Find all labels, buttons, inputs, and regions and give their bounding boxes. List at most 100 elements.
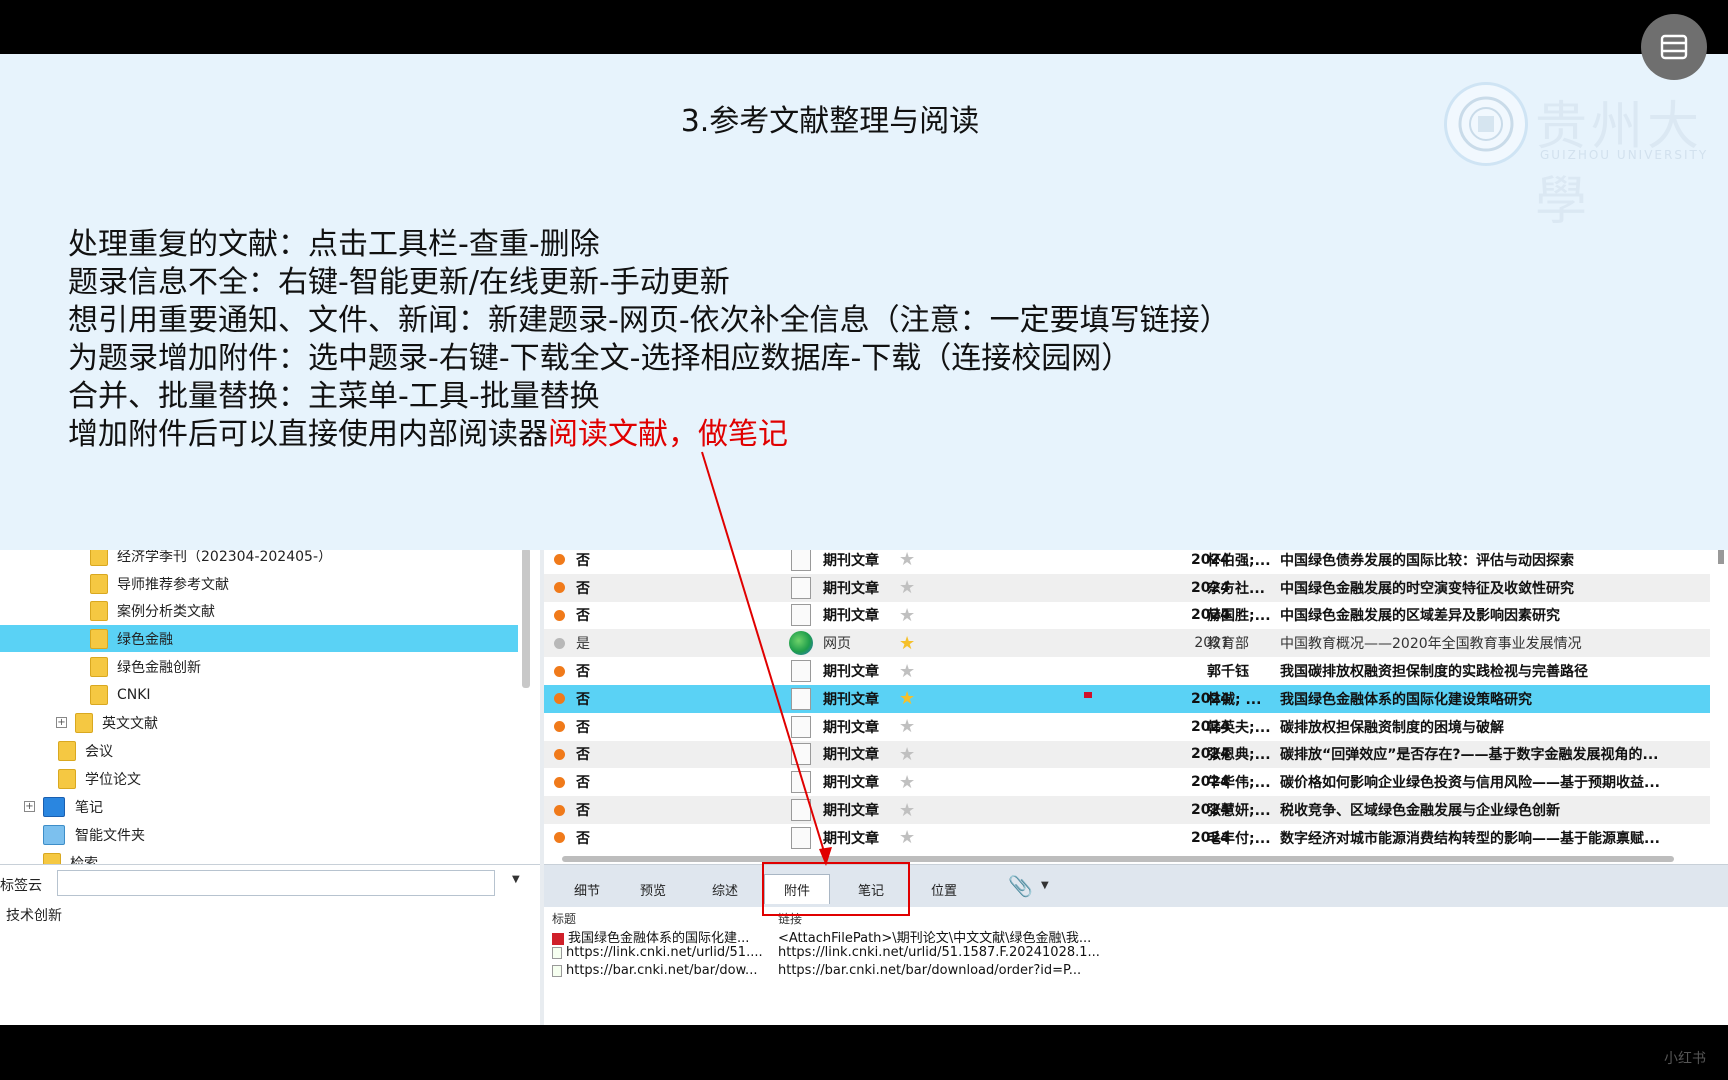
star-icon[interactable]: ★ (899, 772, 915, 793)
table-row[interactable]: 否期刊文章 ★ 2024 韩英夫;... 碳排放权担保融资制度的困境与破解 (544, 713, 1710, 741)
attachment-link[interactable]: <AttachFilePath>\期刊论文\中文文献\绿色金融\我... (778, 927, 1091, 946)
star-icon[interactable]: ★ (899, 744, 915, 765)
table-row[interactable]: 否期刊文章 ★ 2024 杯伯强;... 中国绿色债券发展的国际比较：评估与动因探索 (544, 548, 1710, 574)
tab-details[interactable]: 细节 (554, 874, 620, 904)
attachment-title[interactable]: https://bar.cnki.net/bar/dow... (552, 963, 757, 978)
table-row[interactable]: 否期刊文章 ★ 2024 林诚; ... 我国绿色金融体系的国际化建设策略研究 (544, 685, 1710, 713)
tag-cloud-label: 标签云 (0, 878, 42, 894)
read-flag: 否 (576, 664, 590, 681)
attachment-column-title: 标题 (552, 912, 577, 926)
star-icon[interactable]: ★ (899, 688, 915, 709)
read-flag: 是 (576, 636, 590, 653)
detail-panel: 细节 预览 综述 附件 笔记 位置 📎 ▼ 标题 链接 我国绿色金融体系的国际化… (544, 864, 1728, 1025)
table-row[interactable]: 否期刊文章 ★ 2024 牛华伟;... 碳价格如何影响企业绿色投资与信用风险——基于预… (544, 768, 1710, 796)
vertical-scrollbar[interactable] (1718, 550, 1724, 564)
folder-tree: 经济学季刊（202304-202405-） 导师推荐参考文献 案例分析类文献 绿… (0, 548, 540, 864)
attachment-title[interactable]: 我国绿色金融体系的国际化建... (552, 927, 749, 946)
read-status-dot (554, 609, 565, 621)
read-flag: 否 (576, 691, 590, 708)
star-icon[interactable]: ★ (899, 827, 915, 848)
university-name-english: GUIZHOU UNIVERSITY (1540, 148, 1709, 162)
reference-manager-app: 经济学季刊（202304-202405-） 导师推荐参考文献 案例分析类文献 绿… (0, 548, 1728, 1025)
read-status-dot (554, 748, 565, 760)
tree-item[interactable]: 绿色金融创新 (0, 653, 518, 680)
document-icon (791, 576, 811, 599)
record-type: 期刊文章 (823, 552, 879, 569)
document-icon (791, 826, 811, 849)
expand-plus-icon[interactable]: + (24, 801, 35, 812)
tree-item[interactable]: + 英文文献 (0, 709, 518, 736)
table-row[interactable]: 否期刊文章 ★ 2024 赫国胜;... 中国绿色金融发展的区域差异及影响因素研究 (544, 602, 1710, 630)
table-row[interactable]: 否期刊文章 ★ 2024 张慧妍;... 税收竞争、区域绿色金融发展与企业绿色创新 (544, 796, 1710, 824)
record-title: 中国绿色金融发展的时空演变特征及收敛性研究 (1280, 580, 1574, 597)
table-row[interactable]: 否期刊文章 ★ 2024 东方社... 中国绿色金融发展的时空演变特征及收敛性研究 (544, 573, 1710, 602)
expand-plus-icon[interactable]: + (56, 717, 67, 728)
document-icon (791, 799, 811, 822)
star-icon[interactable]: ★ (899, 633, 915, 654)
chevron-down-icon[interactable]: ▼ (1041, 880, 1049, 891)
record-title: 税收竞争、区域绿色金融发展与企业绿色创新 (1280, 803, 1560, 820)
record-title: 中国绿色债券发展的国际比较：评估与动因探索 (1280, 552, 1574, 569)
tree-item-selected[interactable]: 绿色金融 (0, 625, 518, 652)
record-type: 期刊文章 (823, 775, 879, 792)
slide-line: 处理重复的文献：点击工具栏-查重-删除 (68, 227, 600, 262)
record-type: 期刊文章 (823, 664, 879, 681)
table-row[interactable]: 否期刊文章 ★ 2024 毛丰付;... 数字经济对城市能源消费结构转型的影响——基于能… (544, 824, 1710, 852)
tree-item[interactable]: 经济学季刊（202304-202405-） (0, 548, 518, 569)
read-status-dot (554, 832, 565, 844)
paperclip-icon[interactable]: 📎 (1008, 874, 1033, 898)
chevron-down-icon[interactable]: ▼ (512, 874, 520, 885)
notebook-icon (43, 796, 65, 817)
tree-item[interactable]: CNKI (0, 681, 518, 708)
attachment-link[interactable]: https://link.cnki.net/urlid/51.1587.F.20… (778, 945, 1100, 960)
star-icon[interactable]: ★ (899, 549, 915, 570)
table-row[interactable]: 否期刊文章 ★ 2024 张恩典;... 碳排放“回弹效应”是否存在?——基于数字金融发… (544, 740, 1710, 769)
tree-item[interactable]: 学位论文 (0, 765, 518, 792)
tree-scrollbar[interactable] (522, 548, 530, 688)
folder-icon (58, 768, 76, 789)
table-row[interactable]: 否期刊文章 ★ 郭千钰 我国碳排放权融资担保制度的实践检视与完善路径 (544, 657, 1710, 685)
record-list: 否期刊文章 ★ 2024 杯伯强;... 中国绿色债券发展的国际比较：评估与动因探索否期… (544, 548, 1728, 864)
tree-item[interactable]: 智能文件夹 (0, 821, 518, 848)
record-type: 期刊文章 (823, 691, 879, 708)
slide-line-last: 增加附件后可以直接使用内部阅读器阅读文献，做笔记 (68, 416, 1230, 454)
star-icon[interactable]: ★ (899, 716, 915, 737)
tree-item[interactable]: 案例分析类文献 (0, 597, 518, 624)
record-type: 期刊文章 (823, 803, 879, 820)
table-row[interactable]: 是网页 ★ 2021 教育部 中国教育概况——2020年全国教育事业发展情况 (544, 629, 1710, 658)
read-status-dot (554, 804, 565, 816)
tab-preview[interactable]: 预览 (620, 874, 686, 904)
attachment-link[interactable]: https://bar.cnki.net/bar/download/order?… (778, 963, 1081, 978)
tab-summary[interactable]: 综述 (692, 874, 758, 904)
tree-item[interactable]: 导师推荐参考文献 (0, 570, 518, 597)
record-type: 网页 (823, 636, 851, 653)
watermark: 小红书 (1664, 1051, 1706, 1067)
record-title: 中国绿色金融发展的区域差异及影响因素研究 (1280, 608, 1560, 625)
tree-item[interactable]: + 笔记 (0, 793, 518, 820)
folder-icon (90, 628, 108, 649)
read-flag: 否 (576, 830, 590, 847)
record-title: 数字经济对城市能源消费结构转型的影响——基于能源禀赋... (1280, 830, 1660, 847)
star-icon[interactable]: ★ (899, 605, 915, 626)
folder-icon (90, 656, 108, 677)
slide-line: 题录信息不全：右键-智能更新/在线更新-手动更新 (68, 265, 730, 300)
document-icon (791, 548, 811, 571)
tree-item[interactable]: 检索 (0, 849, 518, 864)
layout-toggle-button[interactable] (1641, 14, 1707, 80)
tab-location[interactable]: 位置 (911, 874, 977, 904)
layout-icon (1660, 34, 1688, 60)
star-icon[interactable]: ★ (899, 800, 915, 821)
slide-line: 为题录增加附件：选中题录-右键-下载全文-选择相应数据库-下载（连接校园网） (68, 341, 1132, 376)
star-icon[interactable]: ★ (899, 661, 915, 682)
tree-item[interactable]: 会议 (0, 737, 518, 764)
attachment-title[interactable]: https://link.cnki.net/urlid/51.... (552, 945, 763, 960)
read-flag: 否 (576, 775, 590, 792)
tag-cloud-input[interactable] (57, 870, 495, 896)
record-type: 期刊文章 (823, 830, 879, 847)
document-icon (791, 715, 811, 738)
tag-item[interactable]: 技术创新 (6, 905, 62, 925)
folder-icon (90, 548, 108, 566)
star-icon[interactable]: ★ (899, 577, 915, 598)
folder-icon (90, 600, 108, 621)
horizontal-scrollbar[interactable] (562, 856, 1674, 862)
